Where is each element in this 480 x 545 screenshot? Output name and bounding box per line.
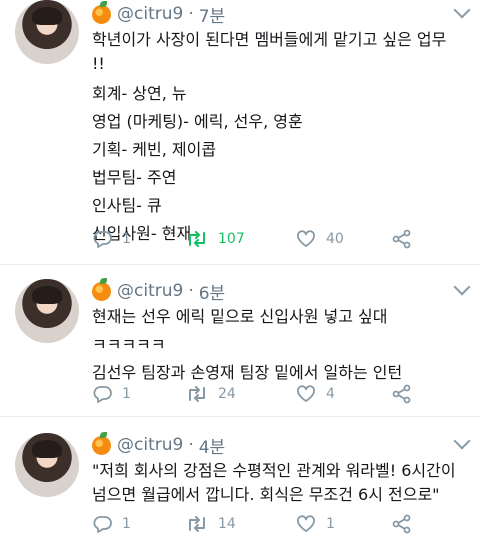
share-button[interactable] xyxy=(392,384,412,404)
tweet-line: 넘으면 월급에서 깝니다. 회식은 무조건 6시 전으로" xyxy=(92,485,440,504)
tweet-actions: 1 14 1 xyxy=(92,511,412,537)
retweet-icon xyxy=(189,516,205,532)
chevron-down-icon[interactable] xyxy=(453,432,471,450)
like-icon xyxy=(297,515,315,532)
tweet-1[interactable]: @citru9 · 7분 학년이가 사장이 된다면 멤버들에게 맡기고 싶은 업… xyxy=(0,0,480,265)
tweet-line: 학년이가 사장이 된다면 멤버들에게 맡기고 싶은 업무 xyxy=(92,30,447,49)
retweet-count: 107 xyxy=(218,231,245,247)
tweet-text: 학년이가 사장이 된다면 멤버들에게 맡기고 싶은 업무 !! 회계- 상연, … xyxy=(92,28,470,246)
avatar[interactable] xyxy=(15,279,79,343)
like-icon xyxy=(297,385,315,402)
like-icon xyxy=(297,230,315,247)
retweet-button[interactable]: 107 xyxy=(186,231,296,247)
reply-icon xyxy=(93,516,112,533)
timestamp[interactable]: 4분 xyxy=(199,433,225,458)
share-icon xyxy=(392,514,411,534)
tweet-line: 회계- 상연, 뉴 xyxy=(92,84,187,103)
orange-emoji-icon xyxy=(92,431,111,455)
tweet-line: 영업 (마케팅)- 에릭, 선우, 영훈 xyxy=(92,112,303,131)
avatar[interactable] xyxy=(15,0,79,64)
share-icon xyxy=(392,229,411,249)
chevron-down-icon[interactable] xyxy=(453,278,471,296)
timestamp[interactable]: 7분 xyxy=(199,2,225,27)
tweet-3[interactable]: @citru9 · 4분 "저희 회사의 강점은 수평적인 관계와 워라벨! 6… xyxy=(0,417,480,545)
tweet-header: @citru9 · 6분 xyxy=(92,277,225,304)
reply-button[interactable]: 1 xyxy=(92,230,186,248)
retweet-icon xyxy=(189,231,205,247)
avatar[interactable] xyxy=(15,433,79,497)
share-button[interactable] xyxy=(392,514,412,534)
separator: · xyxy=(188,4,194,24)
reply-icon xyxy=(93,231,112,248)
like-button[interactable]: 40 xyxy=(296,230,392,248)
tweet-line: 현재는 선우 에릭 밑으로 신입사원 넣고 싶대 xyxy=(92,307,388,326)
tweet-line: 기획- 케빈, 제이콥 xyxy=(92,140,217,159)
chevron-down-icon[interactable] xyxy=(453,1,471,19)
tweet-line: !! xyxy=(92,54,105,73)
tweet-header: @citru9 · 7분 xyxy=(92,0,225,27)
share-icon xyxy=(392,384,411,404)
separator: · xyxy=(188,281,194,301)
retweet-button[interactable]: 14 xyxy=(186,516,296,532)
reply-count: 1 xyxy=(122,516,131,532)
orange-emoji-icon xyxy=(92,0,111,24)
like-count: 4 xyxy=(326,386,335,402)
share-button[interactable] xyxy=(392,229,412,249)
tweet-line: ㅋㅋㅋㅋㅋ xyxy=(92,335,166,354)
tweet-text: 현재는 선우 에릭 밑으로 신입사원 넣고 싶대 ㅋㅋㅋㅋㅋ 김선우 팀장과 손… xyxy=(92,305,470,385)
user-handle[interactable]: @citru9 xyxy=(117,4,183,24)
like-count: 1 xyxy=(326,516,335,532)
separator: · xyxy=(188,435,194,455)
reply-count: 1 xyxy=(122,386,131,402)
retweet-icon xyxy=(189,386,205,402)
tweet-actions: 1 24 4 xyxy=(92,381,412,407)
tweet-line: 인사팀- 큐 xyxy=(92,196,162,215)
timestamp[interactable]: 6분 xyxy=(199,279,225,304)
user-handle[interactable]: @citru9 xyxy=(117,435,183,455)
tweet-text: "저희 회사의 강점은 수평적인 관계와 워라벨! 6시간이 넘으면 월급에서 … xyxy=(92,459,470,507)
retweet-button[interactable]: 24 xyxy=(186,386,296,402)
tweet-header: @citru9 · 4분 xyxy=(92,431,225,458)
like-count: 40 xyxy=(326,231,344,247)
tweet-line: "저희 회사의 강점은 수평적인 관계와 워라벨! 6시간이 xyxy=(92,461,456,480)
orange-emoji-icon xyxy=(92,277,111,301)
reply-icon xyxy=(93,386,112,403)
tweet-actions: 1 107 40 xyxy=(92,226,412,252)
reply-button[interactable]: 1 xyxy=(92,515,186,533)
tweet-line: 법무팀- 주연 xyxy=(92,168,177,187)
reply-count: 1 xyxy=(122,231,131,247)
like-button[interactable]: 4 xyxy=(296,385,392,403)
reply-button[interactable]: 1 xyxy=(92,385,186,403)
tweet-2[interactable]: @citru9 · 6분 현재는 선우 에릭 밑으로 신입사원 넣고 싶대 ㅋㅋ… xyxy=(0,265,480,417)
like-button[interactable]: 1 xyxy=(296,515,392,533)
user-handle[interactable]: @citru9 xyxy=(117,281,183,301)
retweet-count: 14 xyxy=(218,516,236,532)
retweet-count: 24 xyxy=(218,386,236,402)
